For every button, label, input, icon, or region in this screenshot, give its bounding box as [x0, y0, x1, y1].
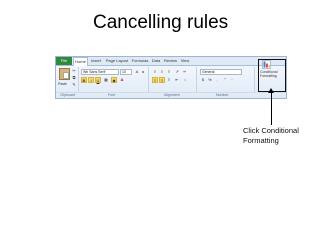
group-label-number: Number [216, 93, 229, 97]
tab-insert[interactable]: Insert [89, 57, 103, 65]
bold-button[interactable]: B [81, 77, 87, 83]
slide-title: Cancelling rules [93, 12, 229, 33]
increase-decimal-icon[interactable]: ⁺ [222, 77, 228, 83]
tab-review[interactable]: Review [163, 57, 178, 65]
paste-label[interactable]: Paste [58, 82, 67, 86]
merge-center-icon[interactable]: ⇔ [182, 77, 188, 83]
excel-ribbon: File Home Insert Page Layout Formulas Da… [55, 56, 287, 99]
tab-formulas[interactable]: Formulas [131, 57, 149, 65]
underline-button[interactable]: U [95, 77, 101, 83]
group-label-alignment: Alignment [164, 93, 180, 97]
tab-home[interactable]: Home [73, 57, 88, 66]
font-name-select[interactable]: Wb Sans Serif [81, 69, 119, 75]
shrink-font-icon[interactable]: a [140, 69, 146, 75]
italic-button[interactable]: I [88, 77, 94, 83]
group-separator [196, 67, 197, 93]
align-top-icon[interactable]: ≡ [152, 69, 158, 75]
wrap-text-icon[interactable]: ↵ [182, 69, 188, 75]
group-label-font: Font [108, 93, 116, 97]
percent-button[interactable]: % [207, 77, 213, 83]
decrease-indent-icon[interactable]: ⇤ [174, 77, 180, 83]
group-separator [254, 67, 255, 93]
font-color-icon[interactable]: A [119, 77, 125, 83]
align-middle-icon[interactable]: ≡ [159, 69, 165, 75]
group-separator [148, 67, 149, 93]
callout-line-1: Click Conditional [243, 126, 299, 135]
align-left-icon[interactable]: ≡ [152, 77, 158, 83]
cut-icon[interactable]: ✂ [71, 68, 77, 74]
font-size-select[interactable]: 10 [120, 69, 132, 75]
tab-file[interactable]: File [56, 57, 72, 65]
align-right-icon[interactable]: ≡ [166, 77, 172, 83]
number-format-select[interactable]: General [200, 69, 242, 75]
callout-text: Click Conditional Formatting [243, 126, 299, 146]
group-label-clipboard: Clipboard [60, 93, 75, 97]
decrease-decimal-icon[interactable]: ⁻ [229, 77, 235, 83]
tab-view[interactable]: View [179, 57, 191, 65]
group-separator [78, 67, 79, 93]
align-center-icon[interactable]: ≡ [159, 77, 165, 83]
fill-color-icon[interactable]: ◆ [111, 77, 117, 83]
tab-page-layout[interactable]: Page Layout [104, 57, 130, 65]
arrow-line [271, 92, 272, 125]
paste-icon[interactable] [59, 68, 70, 80]
borders-icon[interactable]: ▦ [103, 77, 109, 83]
orientation-icon[interactable]: ↗ [174, 69, 180, 75]
tab-data[interactable]: Data [150, 57, 162, 65]
align-bottom-icon[interactable]: ≡ [166, 69, 172, 75]
format-painter-icon[interactable]: ✎ [71, 82, 77, 88]
comma-style-icon[interactable]: , [214, 77, 220, 83]
copy-icon[interactable]: ⧉ [71, 75, 77, 81]
currency-button[interactable]: $ [200, 77, 206, 83]
ribbon-tab-bar: File Home Insert Page Layout Formulas Da… [56, 57, 286, 66]
callout-line-2: Formatting [243, 136, 279, 145]
